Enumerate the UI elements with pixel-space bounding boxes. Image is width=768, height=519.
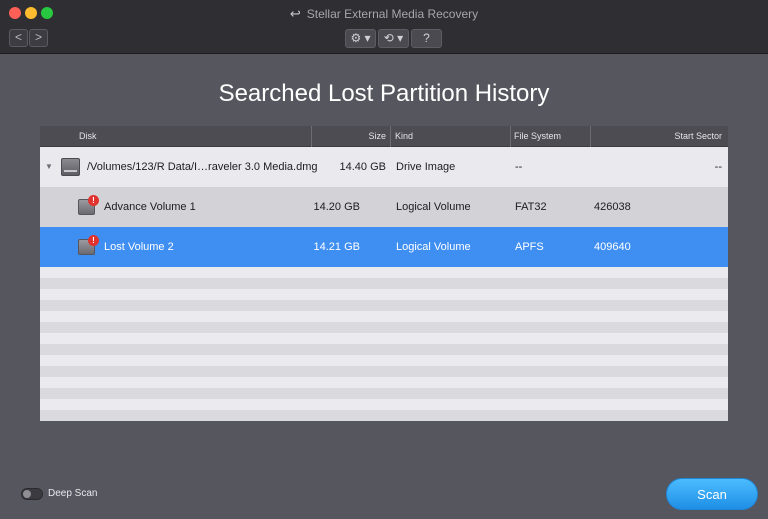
column-header-start-sector[interactable]: Start Sector bbox=[591, 126, 728, 147]
empty-row-stripe bbox=[40, 344, 728, 355]
disk-size: 14.40 GB bbox=[339, 161, 386, 173]
volume-size: 14.20 GB bbox=[313, 201, 360, 213]
gear-icon: ⚙ ▾ bbox=[350, 31, 371, 45]
volume-start-sector: 426038 bbox=[594, 201, 631, 213]
warning-icon: ! bbox=[88, 235, 99, 246]
history-icon: ⟲ ▾ bbox=[383, 31, 404, 45]
column-header-size[interactable]: Size bbox=[312, 126, 391, 147]
settings-menu-button[interactable]: ⚙ ▾ bbox=[345, 29, 376, 48]
deep-scan-toggle[interactable] bbox=[21, 488, 43, 500]
column-header-kind[interactable]: Kind bbox=[391, 126, 511, 147]
deep-scan-label: Deep Scan bbox=[48, 488, 98, 499]
empty-row-stripe bbox=[40, 366, 728, 377]
table-row-selected[interactable]: ! Lost Volume 2 14.21 GB Logical Volume … bbox=[40, 227, 728, 267]
empty-row-stripe bbox=[40, 300, 728, 311]
nav-forward-button[interactable]: > bbox=[29, 29, 48, 47]
help-icon: ? bbox=[423, 31, 430, 45]
title-bar: ↩ Stellar External Media Recovery < > ⚙ ▾… bbox=[0, 0, 768, 54]
disk-image-icon bbox=[61, 158, 80, 176]
volume-file-system: APFS bbox=[515, 241, 544, 253]
warning-icon: ! bbox=[88, 195, 99, 206]
scan-button[interactable]: Scan bbox=[666, 478, 758, 510]
volume-name: Lost Volume 2 bbox=[104, 241, 174, 253]
empty-row-stripe bbox=[40, 410, 728, 421]
window-title-text: Stellar External Media Recovery bbox=[306, 7, 479, 21]
disk-kind: Drive Image bbox=[396, 161, 456, 173]
volume-kind: Logical Volume bbox=[396, 201, 471, 213]
volume-start-sector: 409640 bbox=[594, 241, 631, 253]
volume-size: 14.21 GB bbox=[313, 241, 360, 253]
page-title: Searched Lost Partition History bbox=[218, 80, 550, 107]
volume-kind: Logical Volume bbox=[396, 241, 471, 253]
empty-row-stripe bbox=[40, 278, 728, 289]
window-title: ↩ Stellar External Media Recovery bbox=[0, 6, 768, 22]
partition-table: Disk Size Kind File System Start Sector … bbox=[40, 126, 728, 421]
empty-row-stripe bbox=[40, 388, 728, 399]
table-row[interactable]: ▼ /Volumes/123/R Data/I…raveler 3.0 Medi… bbox=[40, 147, 728, 187]
table-header: Disk Size Kind File System Start Sector bbox=[40, 126, 728, 147]
help-button[interactable]: ? bbox=[411, 29, 442, 48]
toggle-knob bbox=[23, 490, 31, 498]
history-menu-button[interactable]: ⟲ ▾ bbox=[378, 29, 409, 48]
disk-name: /Volumes/123/R Data/I…raveler 3.0 Media.… bbox=[87, 161, 318, 173]
column-header-file-system[interactable]: File System bbox=[511, 126, 591, 147]
disclosure-triangle-icon[interactable]: ▼ bbox=[45, 147, 53, 187]
empty-row-stripe bbox=[40, 322, 728, 333]
volume-file-system: FAT32 bbox=[515, 201, 547, 213]
disk-start-sector: -- bbox=[714, 161, 722, 173]
table-row[interactable]: ! Advance Volume 1 14.20 GB Logical Volu… bbox=[40, 187, 728, 227]
disk-file-system: -- bbox=[515, 161, 523, 173]
volume-name: Advance Volume 1 bbox=[104, 201, 196, 213]
nav-back-button[interactable]: < bbox=[9, 29, 28, 47]
back-arrow-icon[interactable]: ↩ bbox=[290, 6, 301, 22]
column-header-disk[interactable]: Disk bbox=[40, 126, 312, 147]
